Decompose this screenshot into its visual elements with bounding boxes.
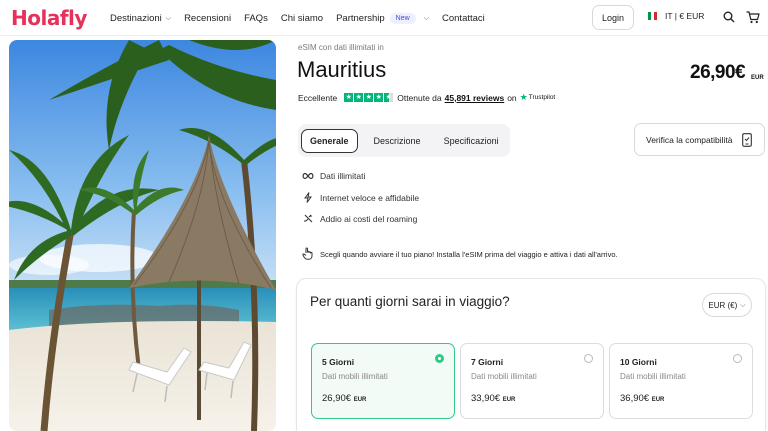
holafly-logo[interactable]: Holafly	[11, 6, 87, 30]
product-title: Mauritius	[297, 57, 387, 82]
reviews-on: on	[507, 92, 517, 103]
feature-fast-internet: Internet veloce e affidabile	[302, 192, 419, 203]
nav-faqs[interactable]: FAQs	[244, 13, 268, 24]
italy-flag-icon	[648, 12, 657, 20]
plan-days: 7 Giorni	[471, 357, 504, 367]
trustpilot-label: Trustpilot	[528, 94, 556, 101]
plan-price-value: 33,90€	[471, 393, 501, 404]
chevron-down-icon: ⌵	[423, 15, 429, 22]
trustpilot-logo: ★ Trustpilot	[520, 92, 556, 103]
nav-recensioni-label: Recensioni	[184, 12, 232, 24]
cart-icon[interactable]	[745, 9, 761, 25]
rating-stars: ★ ★ ★ ★ ★	[344, 93, 394, 102]
tip-text: Scegli quando avviare il tuo piano! Inst…	[320, 250, 618, 259]
feature-label: Dati illimitati	[320, 171, 366, 181]
hand-pointer-icon	[302, 247, 314, 262]
nav-chi-siamo[interactable]: Chi siamo	[281, 13, 323, 24]
nav-chi-siamo-label: Chi siamo	[280, 12, 324, 24]
lightning-icon	[302, 192, 314, 203]
radio-unchecked-icon[interactable]	[733, 354, 742, 363]
nav-destinazioni-label: Destinazioni	[110, 12, 162, 24]
plan-days: 10 Giorni	[620, 357, 657, 367]
tab-generale[interactable]: Generale	[301, 128, 358, 153]
star-icon: ★	[354, 93, 364, 102]
currency-selector[interactable]: EUR (€) ⌵	[702, 293, 752, 317]
plan-option-7-days[interactable]: 7 Giorni Dati mobili illimitati 33,90€ E…	[460, 343, 604, 419]
plan-option-5-days[interactable]: 5 Giorni Dati mobili illimitati 26,90€ E…	[311, 343, 455, 419]
star-icon: ★	[344, 93, 354, 102]
product-tabs: Generale Descrizione Specificazioni	[298, 124, 510, 157]
tab-descrizione[interactable]: Descrizione	[367, 129, 428, 153]
infinity-icon	[302, 172, 314, 180]
tab-specificazioni[interactable]: Specificazioni	[437, 129, 506, 153]
plan-option-10-days[interactable]: 10 Giorni Dati mobili illimitati 36,90€ …	[609, 343, 753, 419]
nav-partnership[interactable]: Partnership New ⌵	[336, 12, 429, 24]
search-icon[interactable]	[721, 9, 737, 25]
radio-checked-icon[interactable]	[435, 354, 444, 363]
language-currency-label: IT | € EUR	[665, 11, 705, 21]
product-price-currency: EUR	[751, 75, 764, 81]
plan-selection-card: Per quanti giorni sarai in viaggio? EUR …	[296, 278, 766, 431]
activation-tip: Scegli quando avviare il tuo piano! Inst…	[302, 247, 618, 262]
star-icon: ★	[374, 93, 384, 102]
site-header: Holafly Destinazioni ⌵ Recensioni FAQs C…	[0, 0, 768, 36]
feature-no-roaming: Addio ai costi del roaming	[302, 213, 417, 224]
plan-price: 26,90€ EUR	[322, 393, 366, 404]
phone-check-icon	[742, 133, 752, 149]
login-button[interactable]: Login	[592, 5, 634, 30]
trustpilot-rating: Eccellente ★ ★ ★ ★ ★ Ottenute da 45,891 …	[298, 92, 555, 103]
feature-label: Addio ai costi del roaming	[320, 213, 418, 224]
half-star-icon: ★	[384, 93, 394, 102]
radio-unchecked-icon[interactable]	[584, 354, 593, 363]
plan-question: Per quanti giorni sarai in viaggio?	[310, 294, 510, 309]
compatibility-button[interactable]: Verifica la compatibilità	[634, 123, 765, 156]
plan-price: 33,90€ EUR	[471, 393, 515, 404]
plan-data: Dati mobili illimitati	[322, 372, 388, 381]
hero-image	[9, 40, 276, 431]
rating-label: Eccellente	[298, 92, 338, 103]
nav-partnership-label: Partnership	[336, 12, 385, 24]
reviews-link[interactable]: 45,891 reviews	[445, 93, 505, 103]
plan-price: 36,90€ EUR	[620, 393, 664, 404]
plan-data: Dati mobili illimitati	[471, 372, 537, 381]
nav-destinazioni[interactable]: Destinazioni ⌵	[110, 13, 171, 24]
plan-price-currency: EUR	[651, 397, 665, 403]
reviews-prefix: Ottenute da	[397, 92, 442, 103]
currency-label: EUR (€)	[708, 300, 738, 310]
plan-days: 5 Giorni	[322, 357, 355, 367]
chevron-down-icon: ⌵	[740, 302, 746, 309]
plan-price-currency: EUR	[353, 397, 367, 403]
plan-price-currency: EUR	[502, 397, 516, 403]
trustpilot-star-icon: ★	[519, 92, 528, 102]
nav-recensioni[interactable]: Recensioni	[184, 13, 231, 24]
plan-price-value: 36,90€	[620, 393, 650, 404]
nav-contattaci-label: Contattaci	[442, 12, 485, 24]
language-currency-selector[interactable]: IT | € EUR	[648, 11, 704, 21]
beach-illustration	[9, 40, 276, 431]
chevron-down-icon: ⌵	[165, 15, 172, 22]
nav-faqs-label: FAQs	[244, 12, 268, 24]
product-price: 26,90€	[690, 62, 746, 83]
star-icon: ★	[364, 93, 374, 102]
no-roaming-icon	[302, 213, 314, 224]
plan-data: Dati mobili illimitati	[620, 372, 686, 381]
main-nav: Destinazioni ⌵ Recensioni FAQs Chi siamo…	[110, 0, 498, 36]
feature-label: Internet veloce e affidabile	[320, 192, 420, 203]
feature-unlimited-data: Dati illimitati	[302, 171, 365, 181]
compatibility-label: Verifica la compatibilità	[646, 134, 733, 145]
new-badge: New	[389, 12, 416, 24]
plan-price-value: 26,90€	[322, 393, 352, 404]
nav-contattaci[interactable]: Contattaci	[442, 13, 485, 24]
product-subtitle: eSIM con dati illimitati in	[298, 43, 384, 52]
